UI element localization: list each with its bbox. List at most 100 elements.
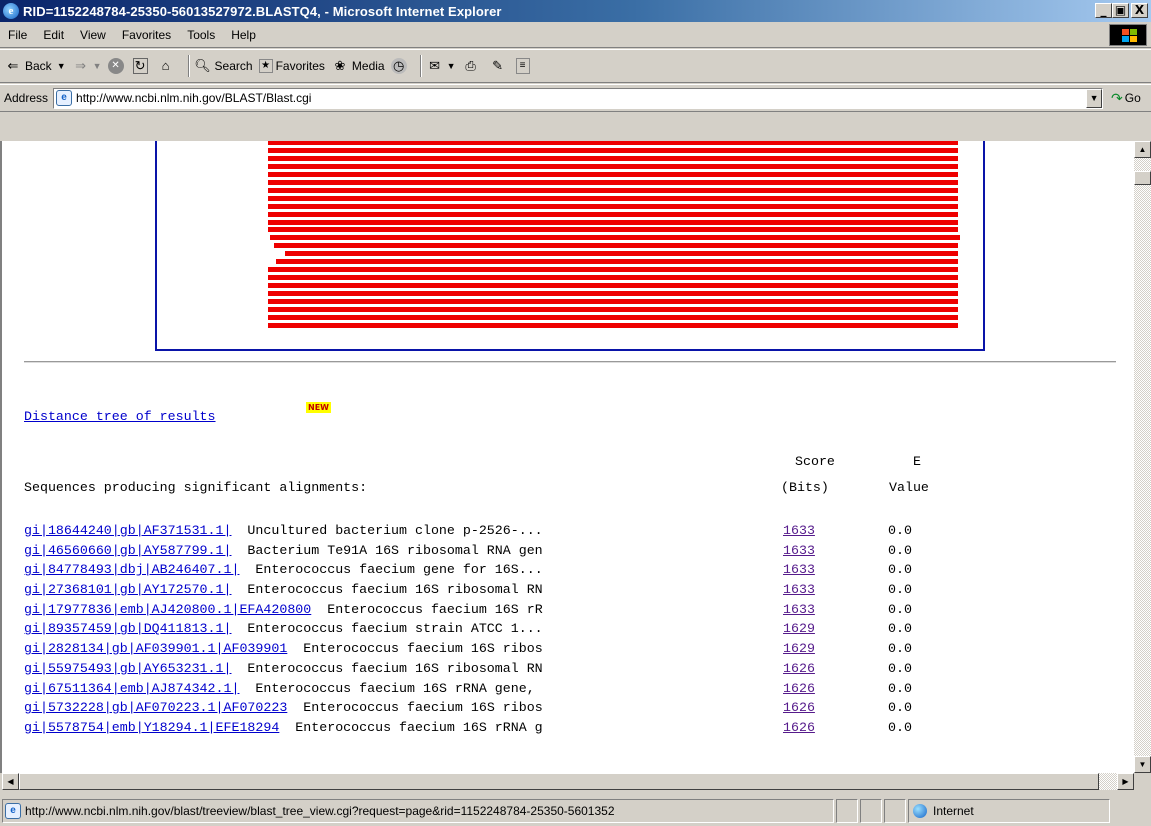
media-button[interactable]: ❀ Media [331,57,384,75]
back-dropdown-icon[interactable]: ▼ [57,61,66,71]
scroll-up-icon[interactable]: ▲ [1134,141,1151,158]
forward-dropdown-icon[interactable]: ▼ [93,61,102,71]
horizontal-scrollbar[interactable]: ◀ ▶ [2,773,1134,790]
result-score-link[interactable]: 1633 [783,582,815,597]
result-score-link[interactable]: 1626 [783,720,815,735]
scroll-down-icon[interactable]: ▼ [1134,756,1151,773]
alignment-hit-bar[interactable] [268,147,958,153]
result-accession-link[interactable]: gi|67511364|emb|AJ874342.1| [24,681,239,696]
result-accession-link[interactable]: gi|55975493|gb|AY653231.1| [24,661,231,676]
search-button[interactable]: 🔍︎ Search [194,57,252,75]
maximize-button[interactable]: ▣ [1112,3,1129,18]
alignment-hit-bar[interactable] [274,243,958,249]
result-row: gi|89357459|gb|DQ411813.1| Enterococcus … [24,621,912,641]
result-accession-link[interactable]: gi|89357459|gb|DQ411813.1| [24,621,231,636]
window-title: RID=1152248784-25350-56013527972.BLASTQ4… [23,3,502,19]
result-evalue: 0.0 [888,660,912,676]
alignment-hit-bar[interactable] [268,275,958,281]
result-row: gi|5732228|gb|AF070223.1|AF070223 Entero… [24,700,912,720]
result-row: gi|5578754|emb|Y18294.1|EFE18294 Enteroc… [24,720,912,740]
alignment-hit-bar[interactable] [268,203,958,209]
alignment-hit-bar[interactable] [268,227,958,233]
forward-button[interactable]: ⇒ ▼ [72,57,102,75]
alignment-hit-bar[interactable] [268,141,958,145]
alignment-hit-bar[interactable] [268,219,958,225]
result-score-link[interactable]: 1629 [783,621,815,636]
alignment-hit-bar[interactable] [268,179,958,185]
result-accession-link[interactable]: gi|5578754|emb|Y18294.1|EFE18294 [24,720,279,735]
result-score-link[interactable]: 1626 [783,661,815,676]
refresh-button[interactable]: ↻ [132,58,151,74]
alignment-hit-bars[interactable] [157,141,987,349]
discuss-button[interactable]: ≡ [515,58,533,74]
alignment-hit-bar[interactable] [268,187,958,193]
go-button[interactable]: ↷ Go [1111,90,1141,107]
favorites-button[interactable]: ★ Favorites [258,59,325,73]
menu-favorites[interactable]: Favorites [114,28,179,42]
result-score-link[interactable]: 1633 [783,543,815,558]
search-icon: 🔍︎ [194,58,211,73]
standard-toolbar: ⇐ Back ▼ ⇒ ▼ ✕ ↻ ⌂ 🔍︎ Search ★ Favorites… [0,49,1151,83]
result-score-link[interactable]: 1626 [783,700,815,715]
alignment-hit-bar[interactable] [268,155,958,161]
alignment-hit-bar[interactable] [268,171,958,177]
vertical-scroll-thumb[interactable] [1134,171,1151,185]
result-accession-link[interactable]: gi|17977836|emb|AJ420800.1|EFA420800 [24,602,311,617]
result-score-link[interactable]: 1626 [783,681,815,696]
result-score-link[interactable]: 1633 [783,562,815,577]
address-label: Address [4,91,49,105]
address-input[interactable]: e http://www.ncbi.nlm.nih.gov/BLAST/Blas… [53,87,1104,109]
edit-button[interactable]: ✎ [489,57,510,75]
result-accession-link[interactable]: gi|46560660|gb|AY587799.1| [24,543,231,558]
alignment-hit-bar[interactable] [268,163,958,169]
menu-view[interactable]: View [72,28,114,42]
alignment-hit-bar[interactable] [268,322,958,328]
windows-logo-icon [1109,24,1147,46]
alignment-hit-bar[interactable] [268,299,958,304]
mail-dropdown-icon[interactable]: ▼ [447,61,456,71]
result-accession-link[interactable]: gi|5732228|gb|AF070223.1|AF070223 [24,700,287,715]
alignment-hit-bar[interactable] [270,235,960,241]
back-button[interactable]: ⇐ Back ▼ [4,57,66,75]
menu-edit[interactable]: Edit [35,28,72,42]
result-accession-link[interactable]: gi|18644240|gb|AF371531.1| [24,523,231,538]
print-button[interactable]: ⎙ [462,57,483,75]
alignment-hit-bar[interactable] [268,195,958,201]
result-accession-link[interactable]: gi|2828134|gb|AF039901.1|AF039901 [24,641,287,656]
alignment-hit-bar[interactable] [276,259,958,265]
security-zone: Internet [908,799,1110,823]
address-url[interactable]: http://www.ncbi.nlm.nih.gov/BLAST/Blast.… [76,91,311,105]
alignment-hit-bar[interactable] [268,306,958,312]
result-score-link[interactable]: 1633 [783,523,815,538]
scroll-left-icon[interactable]: ◀ [2,773,19,790]
result-score-link[interactable]: 1633 [783,602,815,617]
page-icon: e [56,90,73,106]
alignment-hit-bar[interactable] [268,283,958,289]
close-button[interactable]: X [1131,3,1148,18]
horizontal-scroll-thumb[interactable] [19,773,1099,790]
alignment-hit-bar[interactable] [268,291,958,297]
result-score-link[interactable]: 1629 [783,641,815,656]
alignment-hit-bar[interactable] [268,267,958,273]
home-button[interactable]: ⌂ [157,57,178,75]
distance-tree-link[interactable]: Distance tree of results [24,409,216,424]
result-description: Enterococcus faecium strain ATCC 1... [231,621,543,637]
address-dropdown-icon[interactable]: ▼ [1086,88,1103,108]
minimize-button[interactable]: _ [1095,3,1112,18]
history-button[interactable]: ◷ [390,58,410,74]
scroll-right-icon[interactable]: ▶ [1117,773,1134,790]
result-row: gi|67511364|emb|AJ874342.1| Enterococcus… [24,681,912,701]
menu-file[interactable]: File [0,28,35,42]
mail-button[interactable]: ✉ ▼ [426,57,456,75]
result-accession-link[interactable]: gi|84778493|dbj|AB246407.1| [24,562,239,577]
page-content[interactable]: Distance tree of results NEW Score E Seq… [0,141,1134,773]
alignment-hit-bar[interactable] [268,211,958,217]
window-controls: _ ▣ X [1095,3,1148,18]
menu-tools[interactable]: Tools [179,28,223,42]
vertical-scrollbar[interactable]: ▲ ▼ [1134,141,1151,773]
menu-help[interactable]: Help [223,28,264,42]
alignment-hit-bar[interactable] [285,251,958,257]
result-accession-link[interactable]: gi|27368101|gb|AY172570.1| [24,582,231,597]
stop-button[interactable]: ✕ [107,58,127,74]
alignment-hit-bar[interactable] [268,314,958,320]
